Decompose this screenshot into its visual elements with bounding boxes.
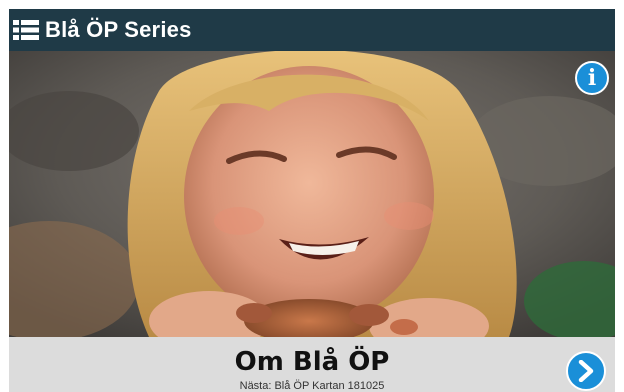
list-icon: [13, 20, 39, 40]
hero-image: i: [9, 51, 615, 337]
child-holding-crab-photo: [9, 51, 615, 337]
next-episode-label: Nästa: Blå ÖP Kartan 181025: [239, 380, 385, 392]
next-button[interactable]: [566, 351, 606, 391]
app-window: Blå ÖP Series i Om Blå ÖP Nästa: Blå ÖP …: [9, 9, 615, 392]
chevron-right-icon: [578, 360, 594, 382]
header-bar: Blå ÖP Series: [9, 9, 615, 51]
footer-bar: Om Blå ÖP Nästa: Blå ÖP Kartan 181025: [9, 337, 615, 392]
app-title: Blå ÖP Series: [45, 17, 192, 42]
info-icon: i: [587, 65, 597, 91]
series-title[interactable]: Om Blå ÖP: [9, 347, 615, 377]
menu-button[interactable]: [11, 9, 41, 51]
info-button[interactable]: i: [575, 61, 609, 95]
